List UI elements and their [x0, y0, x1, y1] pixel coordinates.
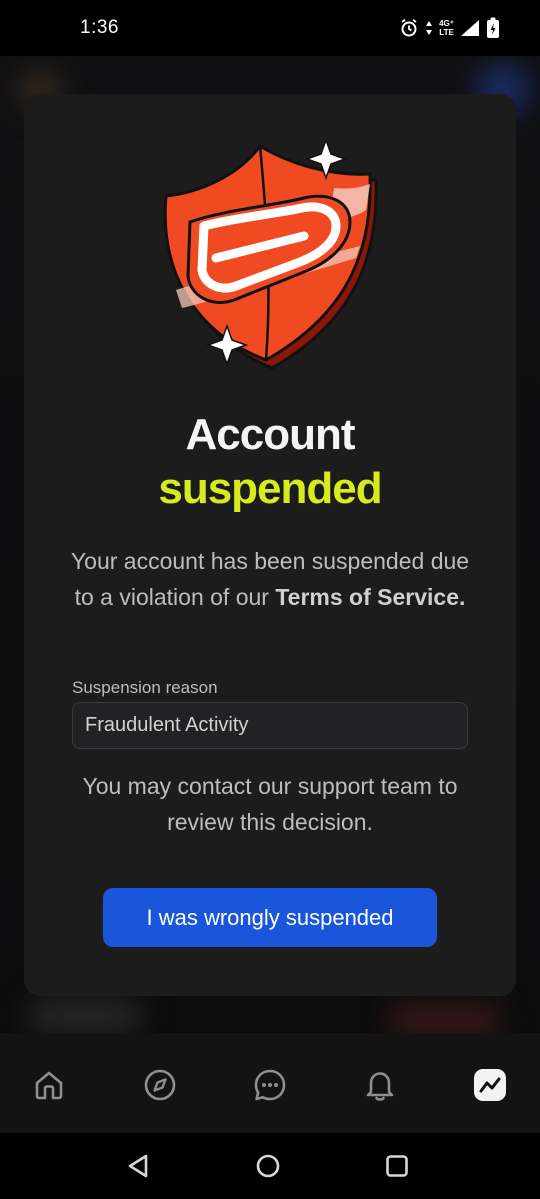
tab-explore[interactable]	[140, 1065, 180, 1105]
bell-icon	[366, 1072, 394, 1101]
suspension-reason-value: Fraudulent Activity	[85, 714, 249, 736]
status-bar: 1:36 4G⁺ LTE	[0, 0, 540, 56]
tab-home[interactable]	[29, 1065, 69, 1105]
trending-icon	[474, 1069, 506, 1101]
blurred-card	[30, 1001, 140, 1031]
status-icons: 4G⁺ LTE	[399, 17, 500, 39]
home-icon	[35, 1071, 63, 1100]
compass-icon	[144, 1069, 176, 1101]
tab-notifications[interactable]	[360, 1065, 400, 1105]
tab-messages[interactable]	[250, 1065, 290, 1105]
blurred-card-red	[390, 1006, 500, 1033]
back-icon	[128, 1154, 148, 1178]
signal-icon	[461, 20, 479, 36]
data-arrows-icon	[426, 21, 433, 35]
alarm-icon	[401, 18, 417, 37]
suspension-reason-label: Suspension reason	[72, 678, 218, 697]
terms-of-service-text: Terms of Service.	[275, 584, 466, 610]
shield-illustration	[154, 137, 404, 375]
title-account: Account	[185, 410, 356, 459]
suspension-modal: Account suspended Your account has been …	[24, 94, 516, 996]
nav-back-button[interactable]	[124, 1151, 154, 1181]
network-type: 4G⁺ LTE	[439, 19, 454, 37]
bottom-tab-bar	[0, 1033, 540, 1133]
battery-charging-icon	[487, 17, 499, 38]
suspension-description: Your account has been suspended due to a…	[64, 543, 476, 615]
nav-recents-button[interactable]	[382, 1151, 412, 1181]
home-circle-icon	[256, 1154, 280, 1178]
system-nav-bar	[0, 1133, 540, 1199]
status-time: 1:36	[80, 17, 119, 38]
recents-icon	[386, 1155, 408, 1177]
suspension-reason-field: Fraudulent Activity	[72, 702, 468, 749]
nav-home-button[interactable]	[253, 1151, 283, 1181]
tab-trending[interactable]	[470, 1065, 510, 1105]
wrongly-suspended-button[interactable]: I was wrongly suspended	[103, 888, 437, 947]
contact-support-text: You may contact our support team to revi…	[82, 773, 458, 835]
chat-icon	[254, 1069, 286, 1101]
title-suspended: suspended	[158, 464, 382, 513]
